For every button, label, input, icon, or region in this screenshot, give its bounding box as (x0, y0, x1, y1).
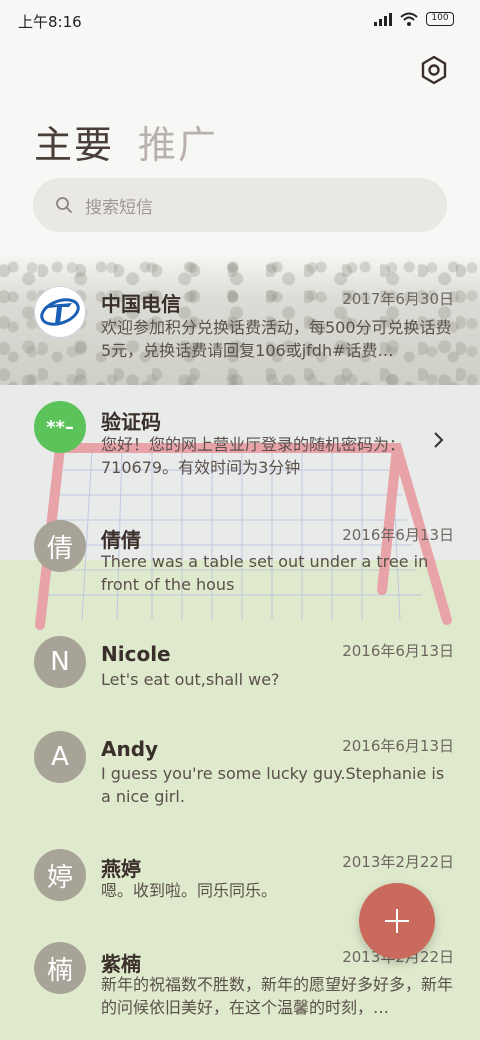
conversation-preview: I guess you're some lucky guy.Stephanie … (101, 764, 445, 806)
search-icon (56, 197, 72, 213)
conversation-name: 验证码 (101, 410, 161, 434)
avatar: 倩 (34, 520, 86, 572)
conversation-name: Andy (101, 737, 159, 761)
settings-icon[interactable] (418, 54, 450, 86)
conversation-preview: 欢迎参加积分兑换话费活动，每500分可兑换话费5元，兑换话费请回复106或jfd… (101, 318, 452, 360)
conversation-name: 燕婷 (101, 857, 141, 881)
conversation-preview: 新年的祝福数不胜数，新年的愿望好多好多，新年的问候依旧美好，在这个温馨的时刻，… (101, 975, 454, 1017)
status-bar: 上午8:16 100 (0, 0, 480, 42)
conversation-date: 2016年6月13日 (342, 526, 454, 544)
search-placeholder: 搜索短信 (85, 197, 153, 218)
tab-primary[interactable]: 主要 (34, 114, 114, 169)
signal-icon (374, 12, 392, 26)
status-icons: 100 (374, 12, 454, 26)
conversation-date: 2017年6月30日 (342, 290, 454, 308)
tab-bar: 主要 推广 (34, 114, 218, 169)
wifi-icon (400, 12, 418, 26)
china-telecom-logo-icon (34, 286, 86, 338)
conversation-preview: Let's eat out,shall we? (101, 670, 280, 689)
conversation-date: 2016年6月13日 (342, 642, 454, 660)
avatar: A (34, 731, 86, 783)
conversation-date: 2016年6月13日 (342, 737, 454, 755)
conversation-item[interactable]: A Andy 2016年6月13日 I guess you're some lu… (0, 727, 480, 827)
conversation-item[interactable]: 倩 倩倩 2016年6月13日 There was a table set ou… (0, 514, 480, 614)
conversation-name: 倩倩 (101, 528, 141, 552)
search-bar[interactable]: 搜索短信 (33, 178, 447, 232)
status-time: 上午8:16 (18, 13, 82, 31)
avatar: 婷 (34, 849, 86, 901)
conversation-item[interactable]: **– 验证码 您好！您的网上营业厅登录的随机密码为：710679。有效时间为3… (0, 398, 480, 498)
battery-icon: 100 (426, 12, 454, 26)
compose-button[interactable] (359, 883, 435, 959)
conversation-item[interactable]: N Nicole 2016年6月13日 Let's eat out,shall … (0, 632, 480, 732)
conversation-name: 中国电信 (101, 292, 181, 316)
avatar: **– (34, 401, 86, 453)
conversation-preview: 您好！您的网上营业厅登录的随机密码为：710679。有效时间为3分钟 (101, 435, 406, 477)
conversation-name: Nicole (101, 642, 171, 666)
avatar: 楠 (34, 942, 86, 994)
conversation-item[interactable]: 中国电信 2017年6月30日 欢迎参加积分兑换话费活动，每500分可兑换话费5… (0, 276, 480, 376)
conversation-date: 2013年2月22日 (342, 853, 454, 871)
chevron-right-icon[interactable] (430, 430, 446, 450)
tab-promotions[interactable]: 推广 (138, 114, 218, 169)
conversation-preview: There was a table set out under a tree i… (101, 552, 429, 594)
avatar: N (34, 636, 86, 688)
